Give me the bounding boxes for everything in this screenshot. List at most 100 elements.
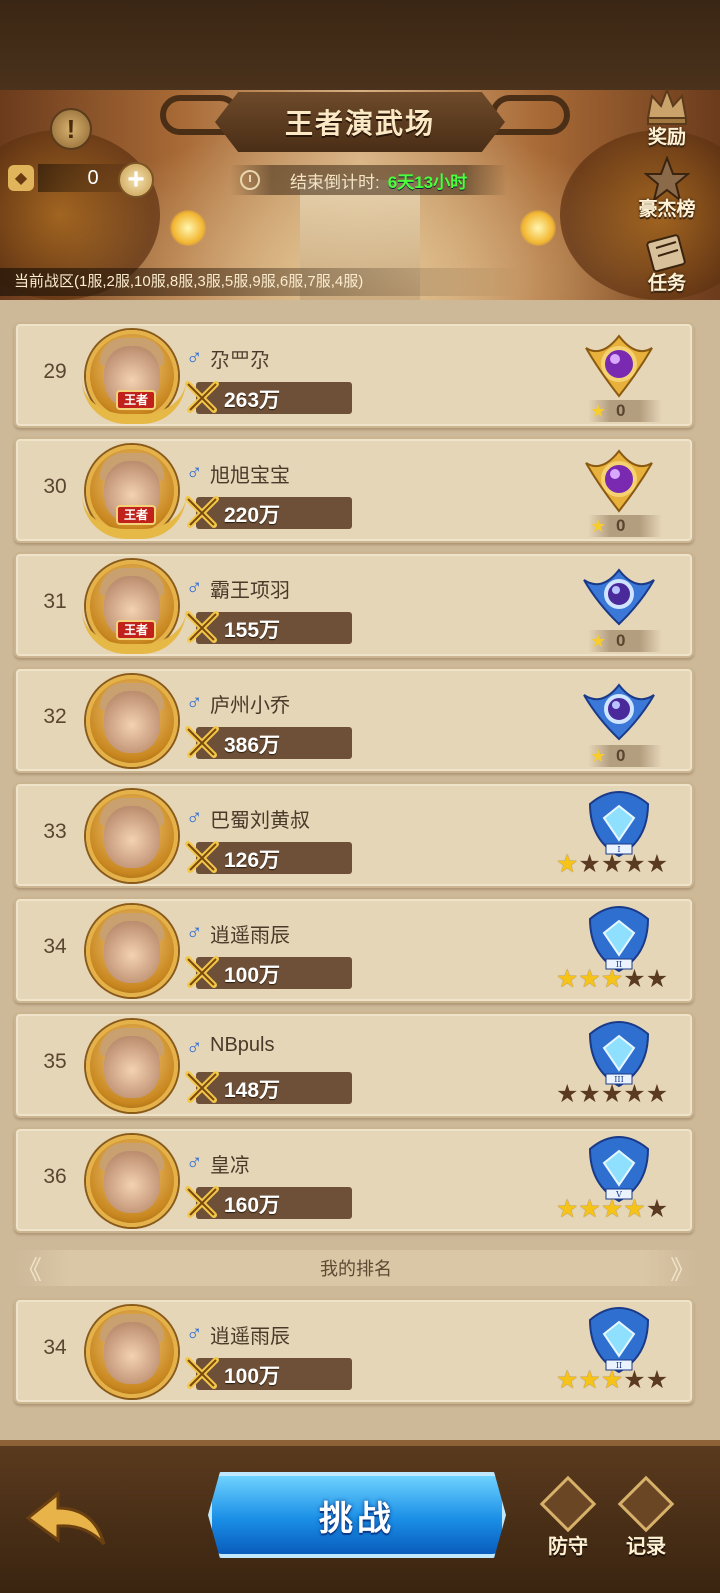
avatar bbox=[86, 790, 178, 882]
star-icon: ★ bbox=[578, 1366, 601, 1394]
crossed-swords-icon bbox=[185, 841, 219, 873]
star-icon: ★ bbox=[623, 1080, 646, 1108]
glow-orb bbox=[170, 210, 206, 246]
rank-stars: ★ ★ ★ ★ ★ bbox=[556, 967, 668, 992]
combat-power: 160万 bbox=[224, 1194, 281, 1217]
avatar bbox=[86, 905, 178, 997]
defend-button[interactable]: 防守 bbox=[538, 1475, 598, 1559]
heroes-ranking-label: 豪杰榜 bbox=[638, 199, 696, 220]
ranking-row[interactable]: 35 ♂ NBpuls 148万 III ★ ★ ★ ★ ★ bbox=[14, 1012, 694, 1118]
rewards-button[interactable]: 奖励 bbox=[638, 84, 696, 149]
star-icon: ★ bbox=[578, 850, 601, 878]
star-count: ★ 0 bbox=[588, 630, 662, 652]
crossed-swords-icon bbox=[185, 496, 219, 528]
back-arrow-icon[interactable] bbox=[24, 1488, 108, 1552]
star-icon: ★ bbox=[590, 631, 607, 651]
rank-number: 33 bbox=[43, 820, 67, 843]
star-icon: ★ bbox=[556, 850, 579, 878]
token-icon: ◆ bbox=[8, 165, 34, 191]
ranking-row[interactable]: 36 ♂ 皇凉 160万 V ★ ★ ★ ★ ★ bbox=[14, 1127, 694, 1233]
player-name: 旭旭宝宝 bbox=[210, 465, 290, 487]
rank-number: 36 bbox=[43, 1165, 67, 1188]
star-icon: ★ bbox=[590, 401, 607, 421]
star-icon: ★ bbox=[600, 1080, 624, 1108]
avatar bbox=[86, 1020, 178, 1112]
crossed-swords-icon bbox=[185, 956, 219, 988]
king-rank-medal-icon bbox=[585, 334, 653, 398]
crossed-swords-icon bbox=[185, 726, 219, 758]
records-label: 记录 bbox=[626, 1536, 666, 1558]
star-rank-medal-icon bbox=[583, 568, 655, 626]
avatar-face bbox=[104, 691, 160, 753]
player-name: 皇凉 bbox=[210, 1155, 250, 1177]
male-icon: ♂ bbox=[186, 804, 203, 829]
combat-power: 100万 bbox=[224, 964, 281, 987]
crossed-swords-icon bbox=[185, 1071, 219, 1103]
male-icon: ♂ bbox=[186, 1149, 203, 1174]
star-icon: ★ bbox=[645, 850, 669, 878]
star-icon: ★ bbox=[590, 516, 607, 536]
ranking-row[interactable]: 34 ♂ 逍遥雨辰 100万 II ★ ★ ★ ★ ★ bbox=[14, 897, 694, 1003]
star-icon: ★ bbox=[645, 1195, 669, 1223]
rank-number: 35 bbox=[43, 1050, 67, 1073]
male-icon: ♂ bbox=[186, 459, 203, 484]
crossed-swords-icon bbox=[185, 1186, 219, 1218]
player-name: 逍遥雨辰 bbox=[210, 1326, 290, 1348]
star-icon: ★ bbox=[600, 1195, 624, 1223]
star-icon: ★ bbox=[556, 965, 579, 993]
tasks-label: 任务 bbox=[647, 273, 686, 294]
king-rank-medal-icon bbox=[585, 449, 653, 513]
star-icon: ★ bbox=[623, 965, 646, 993]
bottom-bar: 挑战 防守 记录 bbox=[0, 1440, 720, 1593]
ranking-row[interactable]: 33 ♂ 巴蜀刘黄叔 126万 I ★ ★ ★ ★ ★ bbox=[14, 782, 694, 888]
challenge-button[interactable]: 挑战 bbox=[208, 1472, 506, 1558]
male-icon: ♂ bbox=[186, 574, 203, 599]
ranking-row[interactable]: 34 ♂ 逍遥雨辰 100万 II ★ ★ ★ ★ ★ bbox=[14, 1298, 694, 1404]
player-name: 逍遥雨辰 bbox=[210, 925, 290, 947]
male-icon: ♂ bbox=[186, 344, 203, 369]
defend-label: 防守 bbox=[548, 1536, 588, 1558]
star-icon: ★ bbox=[623, 850, 646, 878]
combat-power: 126万 bbox=[224, 849, 281, 872]
ranking-row[interactable]: 29 王者 ♂ 尕罒尕 263万 ★ 0 bbox=[14, 322, 694, 428]
player-name: 庐州小乔 bbox=[210, 695, 290, 717]
ranking-row[interactable]: 31 王者 ♂ 霸王项羽 155万 ★ 0 bbox=[14, 552, 694, 658]
avatar-face bbox=[104, 1151, 160, 1213]
heroes-ranking-button[interactable]: 豪杰榜 bbox=[638, 156, 696, 221]
rank-number: 29 bbox=[43, 360, 67, 383]
star-icon: ★ bbox=[556, 1195, 579, 1223]
player-name: 巴蜀刘黄叔 bbox=[210, 810, 310, 832]
rank-number: 34 bbox=[43, 935, 67, 958]
records-button[interactable]: 记录 bbox=[616, 1475, 676, 1559]
avatar-face bbox=[104, 921, 160, 983]
star-count: ★ 0 bbox=[588, 400, 662, 422]
countdown-label: 结束倒计时: bbox=[290, 172, 380, 192]
male-icon: ♂ bbox=[186, 1034, 203, 1059]
shield-icon bbox=[539, 1475, 597, 1533]
info-icon[interactable]: ! bbox=[50, 108, 92, 150]
ranking-row[interactable]: 32 ♂ 庐州小乔 386万 ★ 0 bbox=[14, 667, 694, 773]
crossed-swords-icon bbox=[185, 1357, 219, 1389]
rewards-label: 奖励 bbox=[647, 127, 686, 148]
ranking-row[interactable]: 30 王者 ♂ 旭旭宝宝 220万 ★ 0 bbox=[14, 437, 694, 543]
male-icon: ♂ bbox=[186, 919, 203, 944]
battle-zone-text: 当前战区(1服,2服,10服,8服,3服,5服,9服,6服,7服,4服) bbox=[0, 268, 520, 296]
add-resource-button[interactable]: + bbox=[118, 162, 154, 198]
king-badge: 王者 bbox=[116, 505, 156, 525]
rank-number: 30 bbox=[43, 475, 67, 498]
challenge-label: 挑战 bbox=[319, 1499, 395, 1538]
avatar-face bbox=[104, 806, 160, 868]
tasks-button[interactable]: 任务 bbox=[638, 230, 696, 295]
clock-icon bbox=[240, 170, 260, 190]
star-icon: ★ bbox=[645, 965, 669, 993]
combat-power: 155万 bbox=[224, 619, 281, 642]
star-icon: ★ bbox=[600, 965, 624, 993]
crossed-swords-icon bbox=[185, 381, 219, 413]
glow-orb bbox=[520, 210, 556, 246]
combat-power: 263万 bbox=[224, 389, 281, 412]
crossed-swords-icon bbox=[185, 611, 219, 643]
star-count: ★ 0 bbox=[588, 515, 662, 537]
star-icon: ★ bbox=[623, 1195, 646, 1223]
star-icon: ★ bbox=[600, 850, 624, 878]
star-count-value: 0 bbox=[616, 746, 626, 765]
